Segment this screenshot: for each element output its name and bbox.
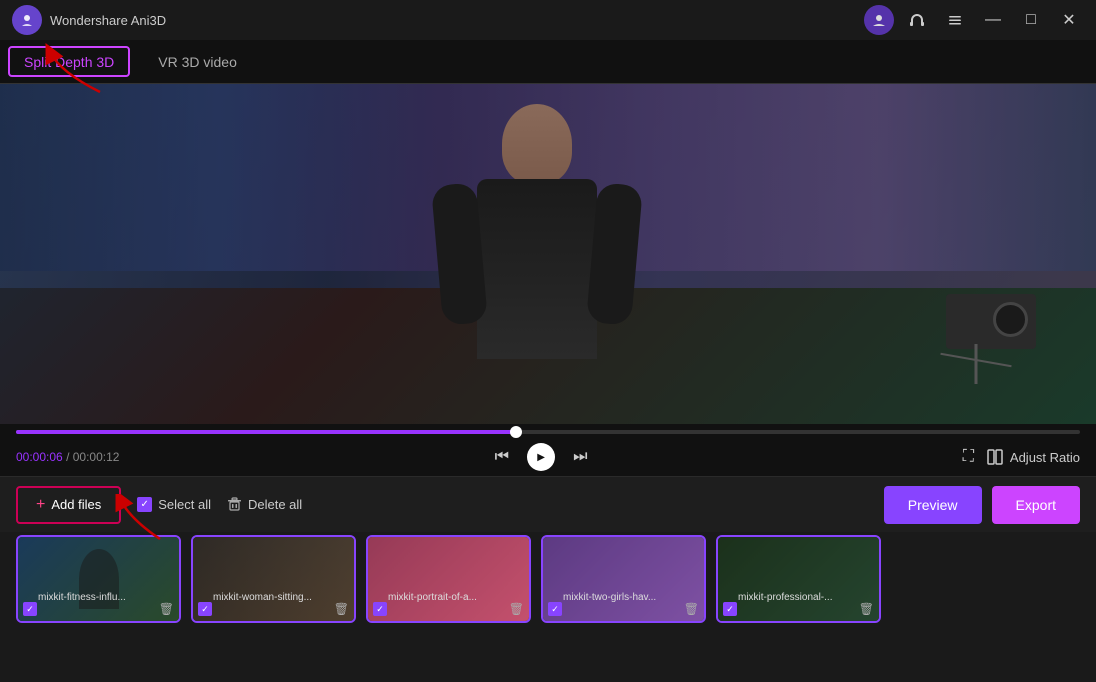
export-button[interactable]: Export [992, 486, 1080, 524]
adjust-ratio-button[interactable]: Adjust Ratio [986, 448, 1080, 466]
thumbnail-5[interactable]: ✓ mixkit-professional-... 🗑 [716, 535, 881, 623]
thumb-3-delete[interactable]: 🗑 [509, 602, 524, 616]
titlebar-right: — □ ✕ [864, 5, 1084, 35]
skip-forward-icon[interactable]: ⏭ [573, 448, 587, 466]
controls-section: 00:00:06 / 00:00:12 ⏮ ▶ ⏭ ⛶ Adjust Ratio [0, 438, 1096, 476]
tab-split-depth-3d[interactable]: Split Depth 3D [8, 46, 130, 77]
thumbnail-3[interactable]: ✓ mixkit-portrait-of-a... 🗑 [366, 535, 531, 623]
user-icon[interactable] [864, 5, 894, 35]
total-time: 00:00:12 [73, 450, 120, 464]
video-person [427, 104, 647, 424]
right-controls: ⛶ Adjust Ratio [963, 448, 1080, 466]
menu-icon[interactable] [940, 5, 970, 35]
thumb-5-delete[interactable]: 🗑 [859, 602, 874, 616]
thumbnail-4[interactable]: ✓ mixkit-two-girls-hav... 🗑 [541, 535, 706, 623]
fullscreen-icon[interactable]: ⛶ [963, 448, 974, 466]
thumb-1-delete[interactable]: 🗑 [159, 602, 174, 616]
video-player [0, 84, 1096, 424]
play-button[interactable]: ▶ [527, 443, 555, 471]
thumb-2-delete[interactable]: 🗑 [334, 602, 349, 616]
maximize-button[interactable]: □ [1016, 9, 1046, 31]
thumb-5-checkbox[interactable]: ✓ [723, 602, 737, 616]
thumbnail-2[interactable]: ✓ mixkit-woman-sitting... 🗑 [191, 535, 356, 623]
trash-icon [227, 497, 242, 512]
thumb-1-label: mixkit-fitness-influ... [38, 592, 126, 603]
time-display: 00:00:06 / 00:00:12 [16, 450, 119, 464]
thumb-5-label: mixkit-professional-... [738, 592, 832, 603]
toolbar-right: Preview Export [884, 486, 1080, 524]
thumb-4-delete[interactable]: 🗑 [684, 602, 699, 616]
thumb-3-checkbox[interactable]: ✓ [373, 602, 387, 616]
toolbar: + Add files ✓ Select all Delete all Prev… [0, 476, 1096, 532]
titlebar-left: Wondershare Ani3D [12, 5, 166, 35]
thumb-4-label: mixkit-two-girls-hav... [563, 592, 656, 603]
select-all-checkbox: ✓ [137, 497, 152, 512]
tab-vr-3d-video[interactable]: VR 3D video [138, 40, 257, 83]
tabs-bar: Split Depth 3D VR 3D video [0, 40, 1096, 84]
video-camera [916, 294, 1036, 404]
thumb-2-label: mixkit-woman-sitting... [213, 592, 312, 603]
titlebar: Wondershare Ani3D — □ ✕ [0, 0, 1096, 40]
preview-button[interactable]: Preview [884, 486, 982, 524]
close-button[interactable]: ✕ [1054, 9, 1084, 31]
progress-thumb[interactable] [510, 426, 522, 438]
minimize-button[interactable]: — [978, 9, 1008, 31]
skip-back-icon[interactable]: ⏮ [495, 448, 509, 466]
app-logo-icon [12, 5, 42, 35]
add-icon: + [36, 496, 45, 514]
delete-all-button[interactable]: Delete all [227, 497, 302, 512]
progress-fill [16, 430, 516, 434]
thumb-3-label: mixkit-portrait-of-a... [388, 592, 477, 603]
current-time: 00:00:06 [16, 450, 63, 464]
add-files-button[interactable]: + Add files [16, 486, 121, 524]
select-all-button[interactable]: ✓ Select all [137, 497, 211, 512]
thumbnail-strip: ✓ mixkit-fitness-influ... 🗑 ✓ mixkit-wom… [0, 532, 1096, 626]
thumb-4-checkbox[interactable]: ✓ [548, 602, 562, 616]
thumb-2-checkbox[interactable]: ✓ [198, 602, 212, 616]
adjust-ratio-icon [986, 448, 1004, 466]
headset-icon[interactable] [902, 5, 932, 35]
progress-bar[interactable] [16, 430, 1080, 434]
app-title: Wondershare Ani3D [50, 13, 166, 28]
progress-section [0, 424, 1096, 438]
thumb-1-checkbox[interactable]: ✓ [23, 602, 37, 616]
video-frame [0, 84, 1096, 424]
thumbnail-1[interactable]: ✓ mixkit-fitness-influ... 🗑 [16, 535, 181, 623]
playback-controls: ⏮ ▶ ⏭ [495, 443, 588, 471]
